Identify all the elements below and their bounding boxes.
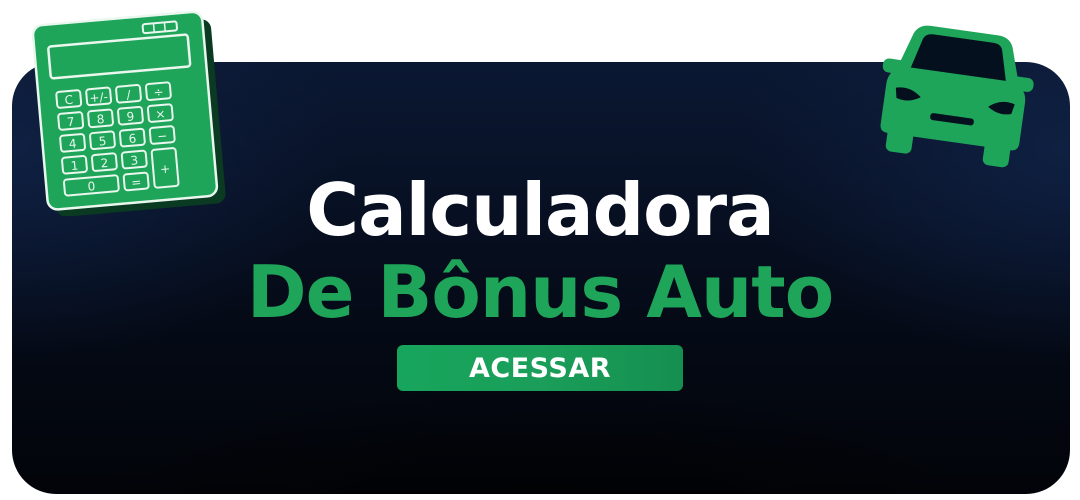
svg-text:4: 4 bbox=[68, 137, 77, 152]
promo-banner: C +/- / ÷ 7 8 9 × 4 5 6 − 1 2 3 + 0 = Ca… bbox=[0, 0, 1080, 500]
svg-text:−: − bbox=[157, 129, 168, 144]
svg-text:+/-: +/- bbox=[89, 90, 109, 106]
svg-text:3: 3 bbox=[130, 153, 139, 168]
svg-text:×: × bbox=[155, 107, 166, 122]
svg-text:7: 7 bbox=[66, 115, 75, 130]
access-button[interactable]: ACESSAR bbox=[397, 345, 683, 391]
title-line-2: De Bônus Auto bbox=[246, 250, 834, 334]
car-icon bbox=[880, 25, 1034, 168]
title-line-1: Calculadora bbox=[306, 168, 774, 252]
svg-text:÷: ÷ bbox=[153, 85, 164, 100]
svg-text:6: 6 bbox=[128, 131, 137, 146]
svg-text:C: C bbox=[64, 93, 74, 108]
svg-text:8: 8 bbox=[96, 112, 105, 127]
svg-text:9: 9 bbox=[126, 109, 135, 124]
svg-text:5: 5 bbox=[98, 134, 107, 149]
